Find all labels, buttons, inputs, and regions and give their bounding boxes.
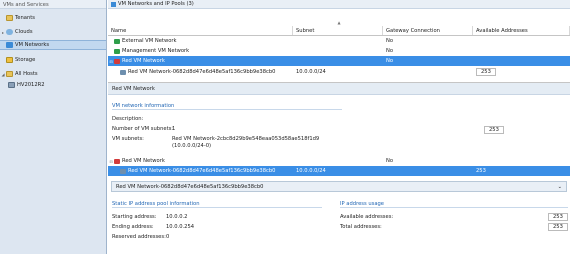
table-row[interactable]: External VM Network No (108, 36, 570, 46)
available-addresses-value: 253 (548, 213, 568, 221)
vm-subnet-icon (120, 168, 126, 174)
pane-header: VM Networks and IP Pools (3) (108, 0, 570, 9)
management-network-icon (114, 48, 120, 54)
num-subnets-label: Number of VM subnets: (112, 126, 174, 132)
total-addresses-value: 253 (548, 223, 568, 231)
table-row-selected[interactable]: ⊟ Red VM Network No (108, 56, 570, 66)
vm-subnet-icon (120, 69, 126, 75)
grid-header: Name Subnet Gateway Connection Available… (108, 26, 570, 36)
vm-subnets-label: VM subnets: (112, 136, 144, 142)
available-addresses-label: Available addresses: (340, 214, 394, 220)
host-icon (8, 82, 15, 88)
available-count: 253 (484, 126, 504, 134)
section-title-ip-pool: Static IP address pool information (112, 201, 322, 208)
end-address-value: 10.0.0.254 (166, 224, 195, 230)
sidebar-item-vm-networks[interactable]: VM Networks (0, 40, 106, 50)
sidebar-item-hv2012r2[interactable]: HV2012R2 (8, 80, 106, 90)
section-title-vm-network-info: VM network information (112, 103, 342, 110)
vm-network-icon (6, 42, 13, 48)
column-header-available[interactable]: Available Addresses (473, 26, 570, 35)
vm-subnet-selector[interactable]: Red VM Network-0682d8d47e6d48e5af136c9bb… (111, 181, 567, 192)
vm-subnets-range: (10.0.0.0/24-0) (172, 143, 212, 149)
reserved-value: 0 (166, 234, 170, 240)
combo-value: Red VM Network-0682d8d47e6d48e5af136c9bb… (116, 183, 264, 190)
all-hosts-folder-icon (6, 71, 13, 77)
column-header-gateway[interactable]: Gateway Connection (383, 26, 473, 35)
vm-subnets-value: Red VM Network-2cbc8d29b9e548eaa053d58ae… (172, 136, 320, 142)
main-pane: VM Networks and IP Pools (3) ▲ Name Subn… (108, 0, 570, 254)
navigation-sidebar: VMs and Services Tenants ▸ Clouds VM Net… (0, 0, 107, 254)
external-network-icon (114, 38, 120, 44)
sidebar-item-all-hosts[interactable]: ◢ All Hosts (0, 69, 106, 79)
available-count: 253 (476, 68, 496, 76)
section-title-ip-usage: IP address usage (340, 201, 568, 208)
vm-network-icon (111, 1, 116, 7)
storage-icon (6, 57, 13, 63)
details-pane: Red VM Network VM network information De… (108, 82, 570, 254)
sidebar-header: VMs and Services (0, 0, 106, 9)
reserved-label: Reserved addresses: (112, 234, 166, 240)
details-title: Red VM Network (108, 83, 570, 95)
cloud-icon (6, 29, 13, 35)
sidebar-item-storage[interactable]: Storage (0, 55, 106, 65)
start-address-value: 10.0.0.2 (166, 214, 188, 220)
start-address-label: Starting address: (112, 214, 157, 220)
sort-indicator-icon: ▲ (337, 19, 341, 25)
detail-table-row[interactable]: ⊟ Red VM Network No (108, 156, 570, 166)
description-label: Description: (112, 116, 144, 122)
end-address-label: Ending address: (112, 224, 154, 230)
num-subnets-value: 1 (172, 126, 176, 132)
red-network-icon (114, 58, 120, 64)
detail-table-row-selected[interactable]: Red VM Network-0682d8d47e6d48e5af136c9bb… (108, 166, 570, 176)
sidebar-item-tenants[interactable]: Tenants (0, 13, 106, 23)
red-network-icon (114, 158, 120, 164)
table-row[interactable]: Red VM Network-0682d8d47e6d48e5af136c9bb… (108, 67, 570, 77)
column-header-subnet[interactable]: Subnet (293, 26, 383, 35)
table-row[interactable]: Management VM Network No (108, 46, 570, 56)
tenants-folder-icon (6, 15, 13, 21)
column-header-name[interactable]: Name (108, 26, 293, 35)
total-addresses-label: Total addresses: (340, 224, 382, 230)
sidebar-item-clouds[interactable]: ▸ Clouds (0, 27, 106, 37)
chevron-down-icon[interactable]: ⌄ (558, 184, 562, 190)
pane-title: VM Networks and IP Pools (3) (118, 1, 194, 7)
